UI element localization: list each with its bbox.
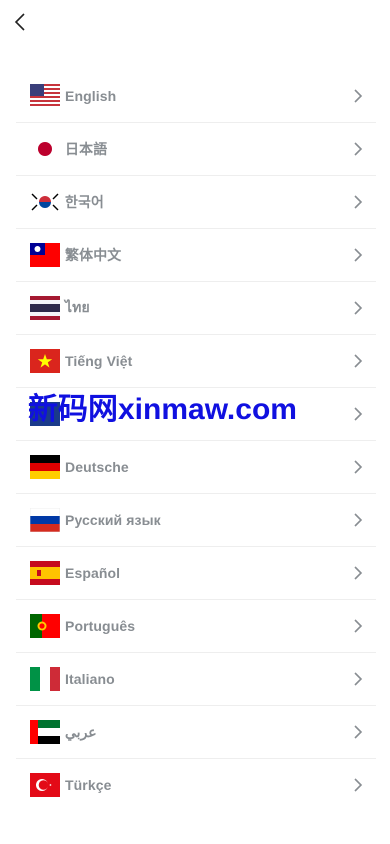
flag-icon xyxy=(30,402,60,426)
language-item-vietnamese[interactable]: Tiếng Việt xyxy=(16,335,376,388)
language-item-german[interactable]: Deutsche xyxy=(16,441,376,494)
chevron-left-icon xyxy=(14,13,25,31)
chevron-right-icon xyxy=(354,407,363,421)
language-label: Русский язык xyxy=(65,512,161,528)
language-item-turkish[interactable]: Türkçe xyxy=(16,759,376,811)
language-label: Español xyxy=(65,565,121,581)
chevron-right-icon xyxy=(354,566,363,580)
language-label: 日本語 xyxy=(65,141,108,157)
language-label: Türkçe xyxy=(65,777,112,793)
language-label: 繁体中文 xyxy=(65,247,122,263)
language-item-thai[interactable]: ไทย xyxy=(16,282,376,335)
language-item-portuguese[interactable]: Português xyxy=(16,600,376,653)
language-item-japanese[interactable]: 日本語 xyxy=(16,123,376,176)
language-label: ไทย xyxy=(65,299,90,315)
language-item-korean[interactable]: 한국어 xyxy=(16,176,376,229)
flag-korea-icon xyxy=(30,190,60,214)
language-item-obscured[interactable] xyxy=(16,388,376,441)
language-label: Italiano xyxy=(65,671,115,687)
flag-uae-icon xyxy=(30,720,60,744)
chevron-right-icon xyxy=(354,513,363,527)
back-button[interactable] xyxy=(8,8,32,36)
language-list: English 日本語 한국어 繁体中文 ไทย Tiếng Việt Deut… xyxy=(16,70,376,811)
flag-russia-icon xyxy=(30,508,60,532)
language-label: Deutsche xyxy=(65,459,129,475)
language-item-english[interactable]: English xyxy=(16,70,376,123)
flag-turkey-icon xyxy=(30,773,60,797)
chevron-right-icon xyxy=(354,301,363,315)
flag-us-icon xyxy=(30,84,60,108)
flag-italy-icon xyxy=(30,667,60,691)
chevron-right-icon xyxy=(354,195,363,209)
chevron-right-icon xyxy=(354,460,363,474)
flag-portugal-icon xyxy=(30,614,60,638)
flag-taiwan-icon xyxy=(30,243,60,267)
language-label: 한국어 xyxy=(65,194,104,210)
chevron-right-icon xyxy=(354,619,363,633)
flag-vietnam-icon xyxy=(30,349,60,373)
chevron-right-icon xyxy=(354,725,363,739)
language-label: English xyxy=(65,88,117,104)
chevron-right-icon xyxy=(354,89,363,103)
language-label: Português xyxy=(65,618,136,634)
flag-spain-icon xyxy=(30,561,60,585)
language-label: Tiếng Việt xyxy=(65,353,133,369)
chevron-right-icon xyxy=(354,354,363,368)
flag-thailand-icon xyxy=(30,296,60,320)
language-item-spanish[interactable]: Español xyxy=(16,547,376,600)
flag-japan-icon xyxy=(30,137,60,161)
chevron-right-icon xyxy=(354,248,363,262)
language-label: عربي xyxy=(65,723,97,740)
language-item-arabic[interactable]: عربي xyxy=(16,706,376,759)
chevron-right-icon xyxy=(354,778,363,792)
chevron-right-icon xyxy=(354,672,363,686)
language-item-russian[interactable]: Русский язык xyxy=(16,494,376,547)
language-item-italian[interactable]: Italiano xyxy=(16,653,376,706)
chevron-right-icon xyxy=(354,142,363,156)
language-item-traditional-chinese[interactable]: 繁体中文 xyxy=(16,229,376,282)
flag-germany-icon xyxy=(30,455,60,479)
